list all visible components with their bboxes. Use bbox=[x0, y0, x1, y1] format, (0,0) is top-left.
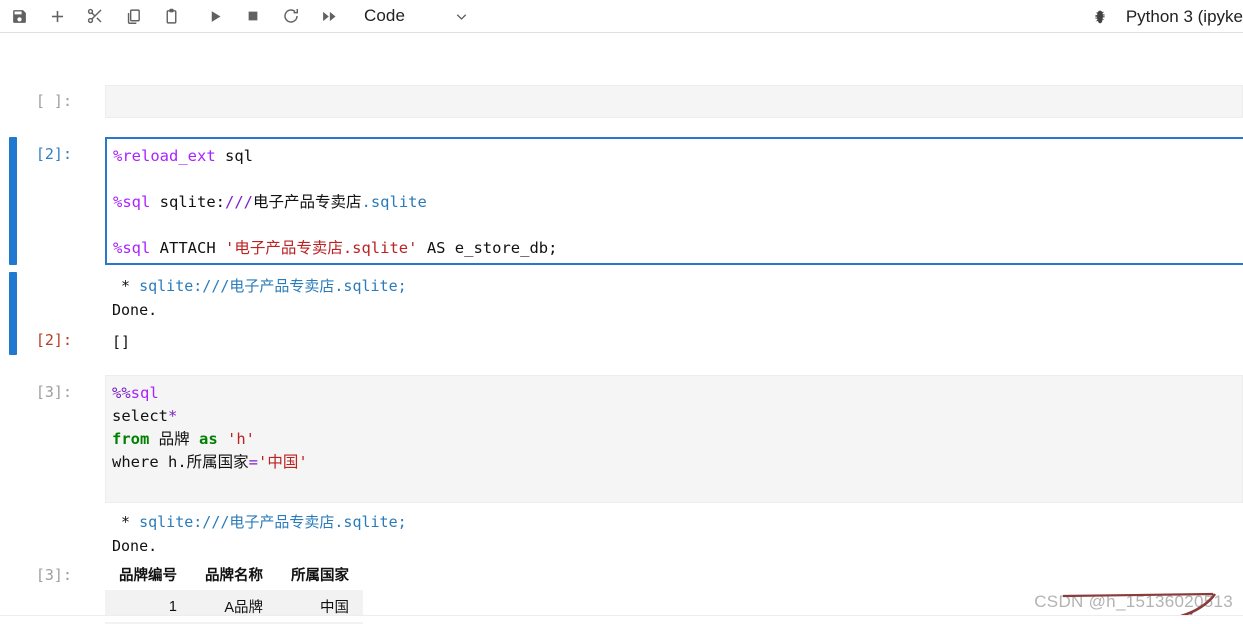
scissors-icon bbox=[86, 7, 104, 25]
stop-square-icon bbox=[246, 9, 260, 23]
token-triple-slash: /// bbox=[224, 193, 253, 211]
cell-2-stream-output: * sqlite:///电子产品专卖店.sqlite; Done. bbox=[112, 274, 407, 322]
cell-2-conn-url: sqlite:///电子产品专卖店.sqlite; bbox=[139, 277, 407, 295]
stop-button[interactable] bbox=[234, 1, 272, 31]
cell-2-result-value: [] bbox=[112, 333, 131, 351]
cell-type-dropdown[interactable]: Code bbox=[364, 2, 470, 30]
token-table-name: 品牌 bbox=[149, 430, 199, 448]
notebook-toolbar: Code Python 3 (ipyke bbox=[0, 0, 1243, 33]
token-from: from bbox=[112, 430, 150, 448]
run-button[interactable] bbox=[196, 1, 234, 31]
notebook-panel: [ ]: [2]: %reload_ext sql %sql sqlite://… bbox=[0, 33, 1243, 624]
token-star: * bbox=[168, 407, 178, 425]
table-header-row: 品牌编号 品牌名称 所属国家 bbox=[105, 561, 363, 590]
table-header-cell: 所属国家 bbox=[277, 561, 363, 590]
paste-button[interactable] bbox=[152, 1, 190, 31]
save-button[interactable] bbox=[0, 1, 38, 31]
cell-2-editor[interactable]: %reload_ext sql %sql sqlite:///电子产品专卖店.s… bbox=[105, 137, 1243, 265]
cell-1-prompt: [ ]: bbox=[35, 92, 72, 110]
chevron-down-icon bbox=[453, 8, 470, 25]
cell-2-source: %reload_ext sql %sql sqlite:///电子产品专卖店.s… bbox=[107, 139, 1243, 260]
token-sql-arg: sql bbox=[215, 147, 253, 165]
token-magic-sql-1: %sql bbox=[113, 193, 151, 211]
token-equals: = bbox=[248, 453, 258, 471]
table-header-cell: 品牌编号 bbox=[105, 561, 191, 590]
table-header-cell: 品牌名称 bbox=[191, 561, 277, 590]
copy-icon bbox=[125, 8, 142, 25]
cell-3-prompt: [3]: bbox=[35, 383, 72, 401]
kernel-name-label[interactable]: Python 3 (ipyke bbox=[1126, 7, 1243, 27]
save-icon bbox=[11, 8, 28, 25]
token-select: select bbox=[112, 407, 168, 425]
token-magic-reload: %reload_ext bbox=[113, 147, 216, 165]
csdn-watermark: CSDN @h_15136020513 bbox=[1034, 592, 1233, 611]
token-attach-path: '电子产品专卖店.sqlite' bbox=[224, 239, 418, 257]
play-icon bbox=[208, 9, 223, 24]
notebook-bottom-edge bbox=[0, 615, 1243, 622]
token-sqlite-scheme: sqlite: bbox=[150, 193, 225, 211]
cell-2-prompt: [2]: bbox=[35, 145, 72, 163]
cell-3-source: %%sql select* from 品牌 as 'h' where h.所属国… bbox=[106, 376, 1242, 474]
token-db-name: 电子产品专卖店 bbox=[252, 193, 362, 211]
token-table-alias: 'h' bbox=[217, 430, 255, 448]
cell-3-stream-output: * sqlite:///电子产品专卖店.sqlite; Done. bbox=[112, 510, 407, 558]
cell-3-conn-url: sqlite:///电子产品专卖店.sqlite; bbox=[139, 513, 407, 531]
token-as: as bbox=[199, 430, 218, 448]
token-attach-kw: ATTACH bbox=[150, 239, 225, 257]
cut-button[interactable] bbox=[76, 1, 114, 31]
restart-run-all-button[interactable] bbox=[310, 1, 348, 31]
plus-icon bbox=[48, 7, 67, 26]
cell-1-editor[interactable] bbox=[105, 85, 1243, 118]
paste-icon bbox=[163, 8, 180, 25]
cell-2-done: Done. bbox=[112, 301, 158, 319]
token-cellmagic-prefix: %% bbox=[112, 384, 131, 402]
kernel-status-area: Python 3 (ipyke bbox=[1092, 0, 1243, 33]
restart-icon bbox=[282, 7, 300, 25]
token-db-ext: .sqlite bbox=[361, 193, 427, 211]
token-magic-sql-2: %sql bbox=[113, 239, 151, 257]
token-where-clause: where h.所属国家 bbox=[112, 453, 249, 471]
bug-icon[interactable] bbox=[1092, 9, 1108, 25]
restart-button[interactable] bbox=[272, 1, 310, 31]
token-cellmagic-sql: sql bbox=[130, 384, 159, 402]
insert-cell-button[interactable] bbox=[38, 1, 76, 31]
token-attach-alias: AS e_store_db; bbox=[417, 239, 558, 257]
fast-forward-icon bbox=[321, 8, 338, 25]
copy-button[interactable] bbox=[114, 1, 152, 31]
cell-3-output-prompt: [3]: bbox=[35, 566, 72, 584]
cell-3-star-prefix: * bbox=[112, 513, 140, 531]
token-where-value: '中国' bbox=[258, 453, 308, 471]
cell-3-editor[interactable]: %%sql select* from 品牌 as 'h' where h.所属国… bbox=[105, 375, 1243, 503]
cell-2-star-prefix: * bbox=[112, 277, 140, 295]
cell-3-done: Done. bbox=[112, 537, 158, 555]
cell-type-value: Code bbox=[364, 6, 406, 25]
cell-2-output-prompt: [2]: bbox=[35, 331, 72, 349]
